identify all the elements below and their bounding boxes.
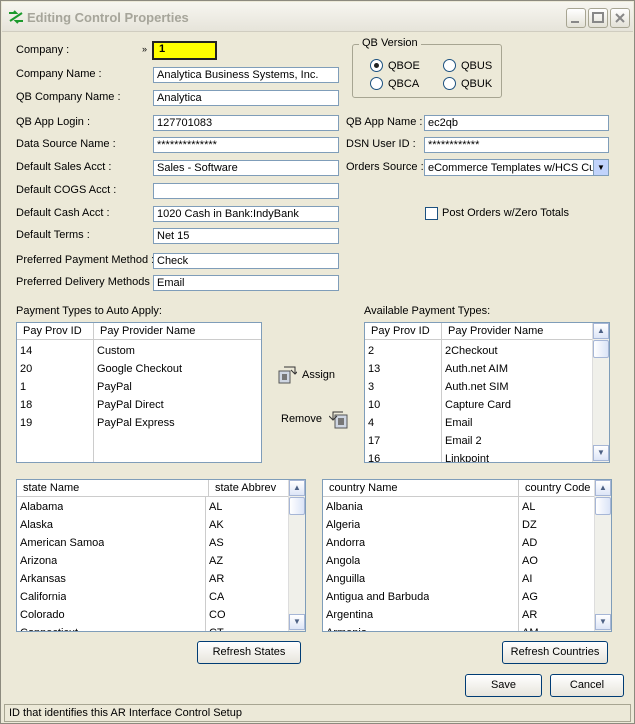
title-bar[interactable]: Editing Control Properties	[2, 2, 633, 32]
minimize-icon	[571, 21, 579, 23]
qb-app-name-field[interactable]: ec2qb	[424, 115, 609, 131]
column-header[interactable]: Pay Prov ID	[365, 323, 442, 340]
post-orders-checkbox[interactable]	[425, 207, 438, 220]
company-name-label: Company Name :	[16, 68, 102, 80]
scroll-down-icon[interactable]: ▼	[593, 445, 609, 461]
orders-source-value: eCommerce Templates w/HCS Cus	[428, 162, 601, 174]
scroll-up-icon[interactable]: ▲	[289, 480, 305, 496]
column-header[interactable]: state Name	[17, 480, 209, 497]
scroll-down-icon[interactable]: ▼	[289, 614, 305, 630]
scroll-up-icon[interactable]: ▲	[593, 323, 609, 339]
radio-qbus-label: QBUS	[461, 59, 493, 72]
radio-qbuk-label: QBUK	[461, 77, 493, 90]
column-header[interactable]: Pay Prov ID	[17, 323, 94, 340]
qb-version-title: QB Version	[359, 37, 421, 49]
orders-source-dropdown[interactable]: eCommerce Templates w/HCS Cus ▼	[424, 159, 609, 176]
scrollbar[interactable]: ▲ ▼	[288, 480, 305, 631]
status-bar: ID that identifies this AR Interface Con…	[4, 704, 631, 722]
radio-unselected-icon	[443, 77, 456, 90]
list-header: Pay Prov ID Pay Provider Name	[365, 323, 594, 340]
column-header[interactable]: country Name	[323, 480, 519, 497]
preferred-payment-field[interactable]: Check	[153, 253, 339, 269]
auto-apply-title: Payment Types to Auto Apply:	[16, 305, 162, 317]
save-button[interactable]: Save	[465, 674, 542, 697]
preferred-delivery-label: Preferred Delivery Methods :	[16, 276, 156, 288]
chevron-down-icon[interactable]: ▼	[593, 160, 608, 175]
default-cogs-label: Default COGS Acct :	[16, 184, 117, 196]
radio-qbus[interactable]: QBUS	[443, 59, 492, 72]
default-cash-label: Default Cash Acct :	[16, 207, 110, 219]
window-title: Editing Control Properties	[27, 10, 189, 25]
default-sales-label: Default Sales Acct :	[16, 161, 112, 173]
refresh-countries-button[interactable]: Refresh Countries	[502, 641, 608, 664]
radio-selected-icon	[370, 59, 383, 72]
company-name-field[interactable]: Analytica Business Systems, Inc.	[153, 67, 339, 83]
column-header[interactable]: Pay Provider Name	[94, 323, 261, 340]
scroll-thumb[interactable]	[289, 497, 305, 515]
states-list[interactable]: state Name state Abbrev Alabama AL Alaska…	[16, 479, 306, 632]
radio-qboe[interactable]: QBOE	[370, 59, 420, 72]
preferred-delivery-field[interactable]: Email	[153, 275, 339, 291]
radio-unselected-icon	[443, 59, 456, 72]
minimize-button[interactable]	[566, 8, 586, 28]
qb-app-login-label: QB App Login :	[16, 116, 90, 128]
default-terms-label: Default Terms :	[16, 229, 90, 241]
scrollbar[interactable]: ▲ ▼	[592, 323, 609, 462]
radio-qboe-label: QBOE	[388, 59, 420, 72]
scroll-down-icon[interactable]: ▼	[595, 614, 611, 630]
assign-icon	[278, 366, 297, 384]
company-field[interactable]: 1	[152, 41, 217, 60]
countries-list[interactable]: country Name country Code Albania AL Alge…	[322, 479, 612, 632]
maximize-icon	[592, 12, 604, 23]
dsn-user-field[interactable]: ************	[424, 137, 609, 153]
close-icon	[615, 13, 625, 23]
default-terms-field[interactable]: Net 15	[153, 228, 339, 244]
scroll-up-icon[interactable]: ▲	[595, 480, 611, 496]
company-label: Company :	[16, 44, 70, 56]
radio-unselected-icon	[370, 77, 383, 90]
refresh-states-button[interactable]: Refresh States	[197, 641, 301, 664]
remove-label: Remove	[281, 413, 322, 425]
default-cogs-field[interactable]	[153, 183, 339, 199]
list-header: country Name country Code	[323, 480, 594, 497]
list-header: state Name state Abbrev	[17, 480, 288, 497]
column-header[interactable]: Pay Provider Name	[442, 323, 594, 340]
radio-qbca-label: QBCA	[388, 77, 420, 90]
close-button[interactable]	[610, 8, 630, 28]
required-marker: »	[142, 44, 148, 54]
data-source-label: Data Source Name :	[16, 138, 116, 150]
qb-app-name-label: QB App Name :	[346, 116, 423, 128]
assign-button[interactable]: Assign	[277, 363, 339, 387]
qb-company-name-field[interactable]: Analytica	[153, 90, 339, 106]
assign-label: Assign	[302, 369, 336, 381]
qb-company-name-label: QB Company Name :	[16, 91, 121, 103]
cancel-button[interactable]: Cancel	[550, 674, 624, 697]
app-icon	[9, 10, 23, 24]
dialog-window: Editing Control Properties Company : » 1…	[0, 0, 635, 724]
radio-qbca[interactable]: QBCA	[370, 77, 419, 90]
radio-qbuk[interactable]: QBUK	[443, 77, 492, 90]
default-sales-field[interactable]: Sales - Software	[153, 160, 339, 176]
remove-icon	[329, 411, 348, 429]
dsn-user-label: DSN User ID :	[346, 138, 416, 150]
preferred-payment-label: Preferred Payment Method :	[16, 254, 155, 266]
available-list[interactable]: Pay Prov ID Pay Provider Name 2 2Checkout…	[364, 322, 610, 463]
data-source-field[interactable]: **************	[153, 137, 339, 153]
post-orders-label: Post Orders w/Zero Totals	[442, 207, 569, 219]
maximize-button[interactable]	[588, 8, 608, 28]
remove-button[interactable]: Remove	[281, 406, 353, 432]
orders-source-label: Orders Source :	[346, 161, 424, 173]
available-title: Available Payment Types:	[364, 305, 491, 317]
qb-app-login-field[interactable]: 127701083	[153, 115, 339, 131]
default-cash-field[interactable]: 1020 Cash in Bank:IndyBank	[153, 206, 339, 222]
auto-apply-list[interactable]: Pay Prov ID Pay Provider Name 14 Custom 2…	[16, 322, 262, 463]
column-header[interactable]: state Abbrev	[209, 480, 288, 497]
scroll-thumb[interactable]	[593, 340, 609, 358]
scroll-thumb[interactable]	[595, 497, 611, 515]
list-header: Pay Prov ID Pay Provider Name	[17, 323, 261, 340]
scrollbar[interactable]: ▲ ▼	[594, 480, 611, 631]
column-header[interactable]: country Code	[519, 480, 594, 497]
